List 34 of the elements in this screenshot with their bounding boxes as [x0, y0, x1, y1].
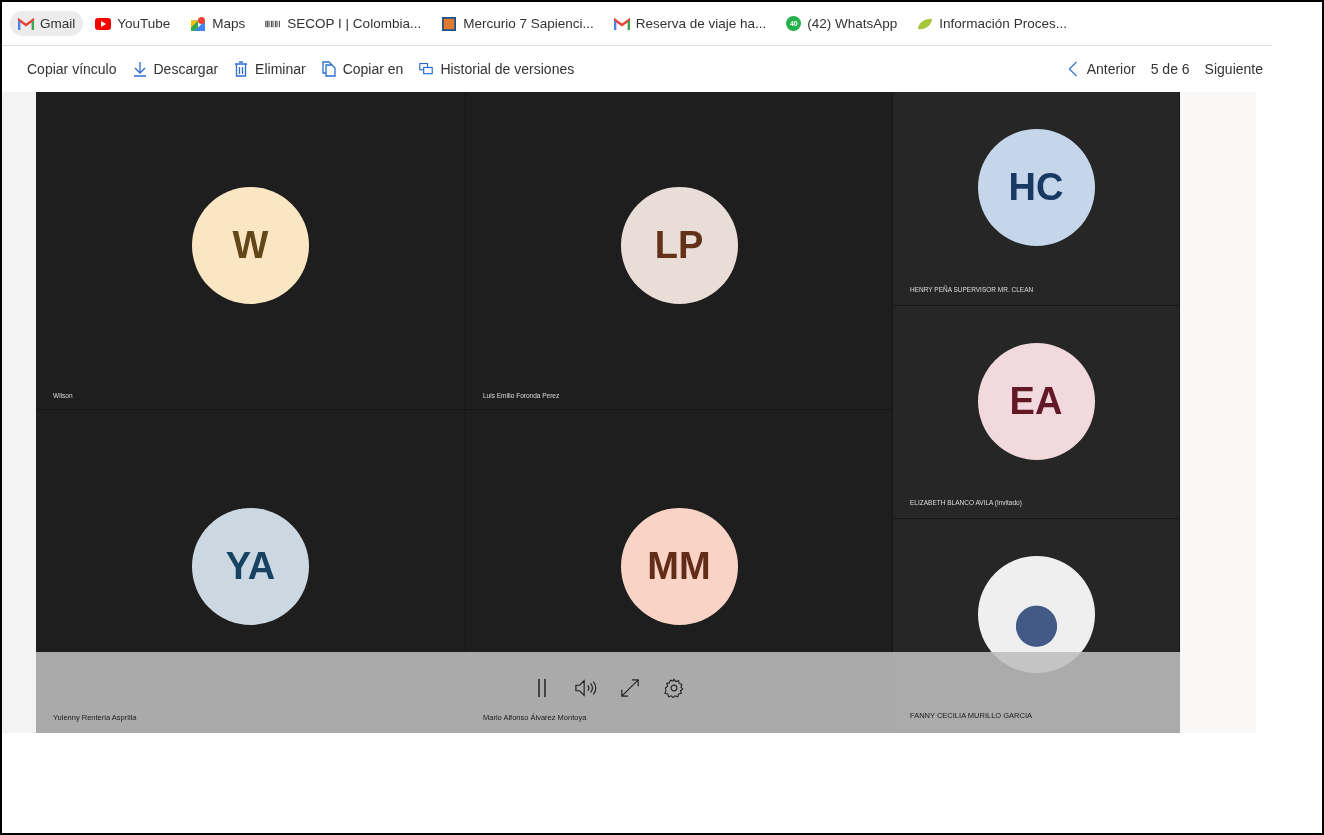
avatar-initials: MM	[620, 507, 738, 625]
copy-icon	[321, 61, 336, 77]
square-logo-icon	[441, 16, 458, 31]
toolbar-button[interactable]: Copiar vínculo	[22, 57, 122, 81]
previous-button[interactable]: Anterior	[1060, 57, 1141, 81]
toolbar-button[interactable]: Descargar	[127, 57, 224, 81]
bookmark-item[interactable]: SECOP I | Colombia...	[257, 11, 430, 36]
envelope-icon	[18, 16, 34, 31]
avatar-initials: LP	[620, 187, 738, 304]
expand-icon[interactable]	[619, 677, 641, 698]
avatar-initials: W	[192, 187, 309, 304]
trash-icon	[234, 61, 249, 77]
volume-icon[interactable]	[575, 677, 597, 698]
bookmark-item[interactable]: Mercurio 7 Sapienci...	[433, 11, 602, 36]
page-position: 5 de 6	[1149, 61, 1191, 77]
bookmark-item[interactable]: Información Proces...	[909, 11, 1075, 36]
toolbar-button[interactable]: Eliminar	[229, 57, 311, 81]
avatar-initials: EA	[977, 342, 1095, 460]
bookmark-item[interactable]: Maps	[182, 11, 254, 36]
envelope-icon	[613, 16, 630, 31]
bookmark-item[interactable]: Reserva de viaje ha...	[605, 11, 775, 36]
bookmark-item[interactable]: YouTube	[87, 11, 179, 36]
next-button[interactable]: Siguiente	[1199, 57, 1268, 81]
avatar-initials: HC	[977, 128, 1095, 246]
download-icon	[132, 61, 147, 77]
play-icon	[95, 16, 112, 31]
map-pin-icon	[190, 16, 207, 31]
toolbar-button[interactable]: Copiar en	[316, 57, 409, 81]
leaf-icon	[917, 16, 934, 31]
toolbar-button[interactable]: Historial de versiones	[414, 57, 580, 81]
avatar-initials: YA	[192, 507, 309, 625]
stacked-windows-icon	[419, 61, 434, 77]
bookmark-item[interactable]: Gmail	[10, 11, 84, 36]
settings-icon[interactable]	[663, 677, 685, 698]
